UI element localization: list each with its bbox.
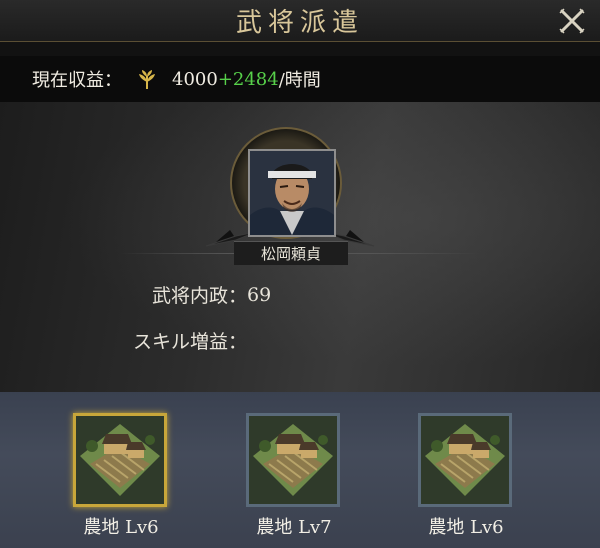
general-name: 松岡頼貞	[260, 245, 321, 263]
farm-icon	[421, 416, 509, 504]
farm-label: 農地 Lv6	[83, 517, 159, 538]
farm-label: 農地 Lv7	[256, 517, 332, 538]
skill-bonus-label: スキル増益：	[133, 331, 248, 353]
farm-card-2[interactable]: 農地 Lv7	[246, 413, 342, 539]
income-bar: 現在収益： 4000 +2484 /時間	[0, 56, 600, 102]
farm-card-1[interactable]: 農地 Lv6	[73, 413, 169, 539]
general-portrait[interactable]	[248, 149, 336, 237]
general-name-plate: 松岡頼貞	[234, 241, 348, 265]
farm-icon	[249, 416, 337, 504]
income-label: 現在収益：	[32, 70, 122, 91]
politics-stat: 武将内政： 69	[152, 281, 271, 308]
politics-value: 69	[247, 283, 272, 306]
income-base-value: 4000	[172, 68, 218, 90]
income-unit: /時間	[278, 70, 321, 91]
farm-thumbnail	[246, 413, 340, 507]
close-x-icon	[559, 8, 585, 34]
skill-bonus-stat: スキル増益：	[133, 327, 247, 354]
politics-label: 武将内政：	[152, 285, 248, 307]
farm-card-3[interactable]: 農地 Lv6	[418, 413, 514, 539]
income-bonus-value: +2484	[217, 68, 279, 90]
page-title: 武将派遣	[235, 8, 364, 38]
farm-icon	[76, 416, 164, 504]
farm-thumbnail	[73, 413, 167, 507]
close-button[interactable]	[558, 7, 586, 35]
title-bar: 武将派遣	[0, 0, 600, 42]
samurai-portrait	[250, 151, 334, 235]
farm-thumbnail	[418, 413, 512, 507]
farm-label: 農地 Lv6	[428, 517, 504, 538]
wheat-icon	[139, 70, 155, 89]
